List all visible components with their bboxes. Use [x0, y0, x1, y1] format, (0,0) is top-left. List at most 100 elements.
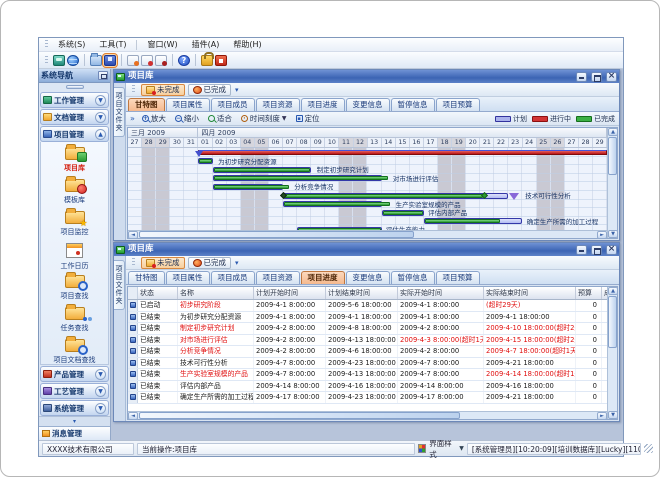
- doc-del-icon[interactable]: [155, 55, 167, 66]
- folder-icon[interactable]: [90, 55, 102, 66]
- row-selector[interactable]: [128, 381, 138, 392]
- scroll-down-icon[interactable]: ▼: [608, 411, 618, 419]
- resize-grip[interactable]: [644, 444, 653, 453]
- tool-time-scale[interactable]: 时间刻度▼: [239, 113, 289, 125]
- scroll-left-icon[interactable]: ◄: [128, 412, 138, 420]
- gantt-tab-6[interactable]: 暂停信息: [391, 98, 435, 111]
- menu-item-0[interactable]: 系统(S): [51, 38, 92, 52]
- gantt-bar-summary[interactable]: [198, 150, 607, 155]
- column-header-status[interactable]: 状态: [138, 287, 178, 299]
- menu-item-4[interactable]: 帮助(H): [226, 38, 268, 52]
- tool-zoom-in[interactable]: 放大: [140, 113, 168, 125]
- table-tab-3[interactable]: 项目资源: [256, 271, 300, 284]
- table-vscrollbar[interactable]: ▲ ▼: [607, 287, 617, 419]
- chevron-up-icon[interactable]: ▲: [95, 129, 106, 140]
- chevron-down-icon[interactable]: ▼: [95, 386, 106, 397]
- table-tab-0[interactable]: 甘特图: [128, 271, 165, 284]
- table-tab-4[interactable]: 项目进度: [301, 271, 345, 284]
- chevron-down-icon[interactable]: ▼: [95, 112, 106, 123]
- table-tab-6[interactable]: 暂停信息: [391, 271, 435, 284]
- row-selector[interactable]: [128, 312, 138, 323]
- minimize-icon[interactable]: [576, 245, 587, 255]
- gantt-window-titlebar[interactable]: 项目库: [114, 70, 619, 83]
- toolbar-overflow-icon[interactable]: ▾: [235, 86, 239, 94]
- column-header-act_end[interactable]: 实际结束时间: [484, 287, 576, 299]
- table-unfinished-button[interactable]: 未完成: [141, 257, 185, 269]
- gantt-tab-7[interactable]: 项目预算: [436, 98, 480, 111]
- table-row[interactable]: 已结束制定初步研究计划2009-4-2 8:00:002009-4-8 18:0…: [128, 323, 607, 335]
- sidebar-item-4[interactable]: 项目查找: [41, 272, 108, 304]
- sidebar-item-2[interactable]: 项目监控: [41, 208, 108, 240]
- more-tools-icon[interactable]: »: [130, 114, 135, 123]
- restore-icon[interactable]: [591, 245, 602, 255]
- table-row[interactable]: 已结束为初步研究分配资源2009-4-1 8:00:002009-4-1 18:…: [128, 312, 607, 324]
- gantt-folder-side-tab[interactable]: 项目文件夹: [114, 87, 125, 137]
- table-row[interactable]: 已结束对市场进行评估2009-4-2 8:00:002009-4-13 18:0…: [128, 335, 607, 347]
- style-dropdown-icon[interactable]: ▼: [459, 445, 464, 452]
- doc-mail-icon[interactable]: [127, 55, 139, 66]
- gantt-vscrollbar[interactable]: ▲ ▼: [607, 128, 617, 238]
- table-folder-side-tab[interactable]: 项目文件夹: [114, 260, 125, 310]
- sidebar-item-0[interactable]: 项目库: [41, 144, 108, 176]
- menu-item-2[interactable]: 窗口(W): [140, 38, 184, 52]
- gantt-unfinished-button[interactable]: 未完成: [141, 84, 185, 96]
- sidebar-overflow[interactable]: ▾: [39, 416, 110, 426]
- scroll-right-icon[interactable]: ►: [597, 231, 607, 239]
- sidebar-item-3[interactable]: 工作日历: [41, 240, 108, 272]
- gantt-tab-5[interactable]: 变更信息: [346, 98, 390, 111]
- tool-locate[interactable]: 定位: [294, 113, 322, 125]
- table-row[interactable]: 已启动初步研究阶段2009-4-1 8:00:002009-5-6 18:00:…: [128, 300, 607, 312]
- scroll-up-icon[interactable]: ▲: [608, 128, 618, 136]
- table-row[interactable]: 已结束评估内部产品2009-4-14 8:00:002009-4-16 18:0…: [128, 381, 607, 393]
- gantt-tab-0[interactable]: 甘特图: [128, 98, 165, 111]
- table-row[interactable]: 已结束生产实验室规模的产品2009-4-7 8:00:002009-4-13 1…: [128, 369, 607, 381]
- table-window-titlebar[interactable]: 项目库: [114, 243, 619, 256]
- sidebar-item-5[interactable]: 任务查找: [41, 304, 108, 336]
- exit-icon[interactable]: [215, 55, 227, 66]
- row-selector[interactable]: [128, 346, 138, 357]
- table-row[interactable]: 已结束技术可行性分析2009-4-7 8:00:002009-4-23 18:0…: [128, 358, 607, 370]
- gantt-body[interactable]: 为初步研究分配资源制定初步研究计划对市场进行评估分析竞争情况技术可行性分析生产实…: [128, 148, 607, 230]
- interface-style-label[interactable]: 界面样式: [429, 438, 456, 460]
- tool-zoom-fit[interactable]: 适合: [206, 113, 234, 125]
- column-header-budget[interactable]: 预算: [576, 287, 602, 299]
- scroll-left-icon[interactable]: ◄: [128, 231, 138, 239]
- table-row[interactable]: 已结束分析竞争情况2009-4-2 8:00:002009-4-6 18:00:…: [128, 346, 607, 358]
- toolbar-overflow-icon[interactable]: ▾: [235, 259, 239, 267]
- sidebar-collapse-handle[interactable]: [39, 83, 110, 91]
- sidebar-group-work[interactable]: 工作管理▼: [40, 92, 109, 108]
- tool-zoom-out[interactable]: 缩小: [173, 113, 201, 125]
- restore-icon[interactable]: [591, 72, 602, 82]
- menu-item-3[interactable]: 插件(A): [185, 38, 227, 52]
- gantt-finished-button[interactable]: 已完成: [188, 84, 232, 96]
- scroll-down-icon[interactable]: ▼: [608, 230, 618, 238]
- gantt-tab-1[interactable]: 项目属性: [166, 98, 210, 111]
- scroll-right-icon[interactable]: ►: [597, 412, 607, 420]
- column-header-plan_start[interactable]: 计划开始时间: [254, 287, 326, 299]
- table-hscrollbar[interactable]: ◄ ►: [128, 411, 607, 419]
- table-row[interactable]: 已结束确定生产所需的加工过程2009-4-17 8:00:002009-4-23…: [128, 392, 607, 404]
- sidebar-group-docs[interactable]: 文档管理▼: [40, 109, 109, 125]
- gantt-hscrollbar[interactable]: ◄ ►: [128, 230, 607, 238]
- message-tab[interactable]: 消息管理: [39, 426, 110, 440]
- row-selector[interactable]: [128, 323, 138, 334]
- sidebar-group-project[interactable]: 项目管理▲: [40, 126, 109, 142]
- doc-check-icon[interactable]: [141, 55, 153, 66]
- monitor-icon[interactable]: [53, 55, 65, 66]
- chevron-down-icon[interactable]: ▼: [95, 403, 106, 414]
- lock-icon[interactable]: [201, 55, 213, 66]
- scroll-up-icon[interactable]: ▲: [608, 287, 618, 295]
- sidebar-group-process[interactable]: 工艺管理▼: [40, 383, 109, 399]
- gantt-tab-3[interactable]: 项目资源: [256, 98, 300, 111]
- close-icon[interactable]: [606, 245, 617, 255]
- row-selector[interactable]: [128, 335, 138, 346]
- pin-icon[interactable]: [98, 71, 108, 80]
- close-icon[interactable]: [606, 72, 617, 82]
- sidebar-group-system[interactable]: 系统管理▼: [40, 400, 109, 416]
- table-tab-7[interactable]: 项目预算: [436, 271, 480, 284]
- gantt-tab-2[interactable]: 项目成员: [211, 98, 255, 111]
- minimize-icon[interactable]: [576, 72, 587, 82]
- save-icon[interactable]: [104, 55, 116, 66]
- chevron-down-icon[interactable]: ▼: [95, 369, 106, 380]
- column-header-act_start[interactable]: 实际开始时间: [398, 287, 484, 299]
